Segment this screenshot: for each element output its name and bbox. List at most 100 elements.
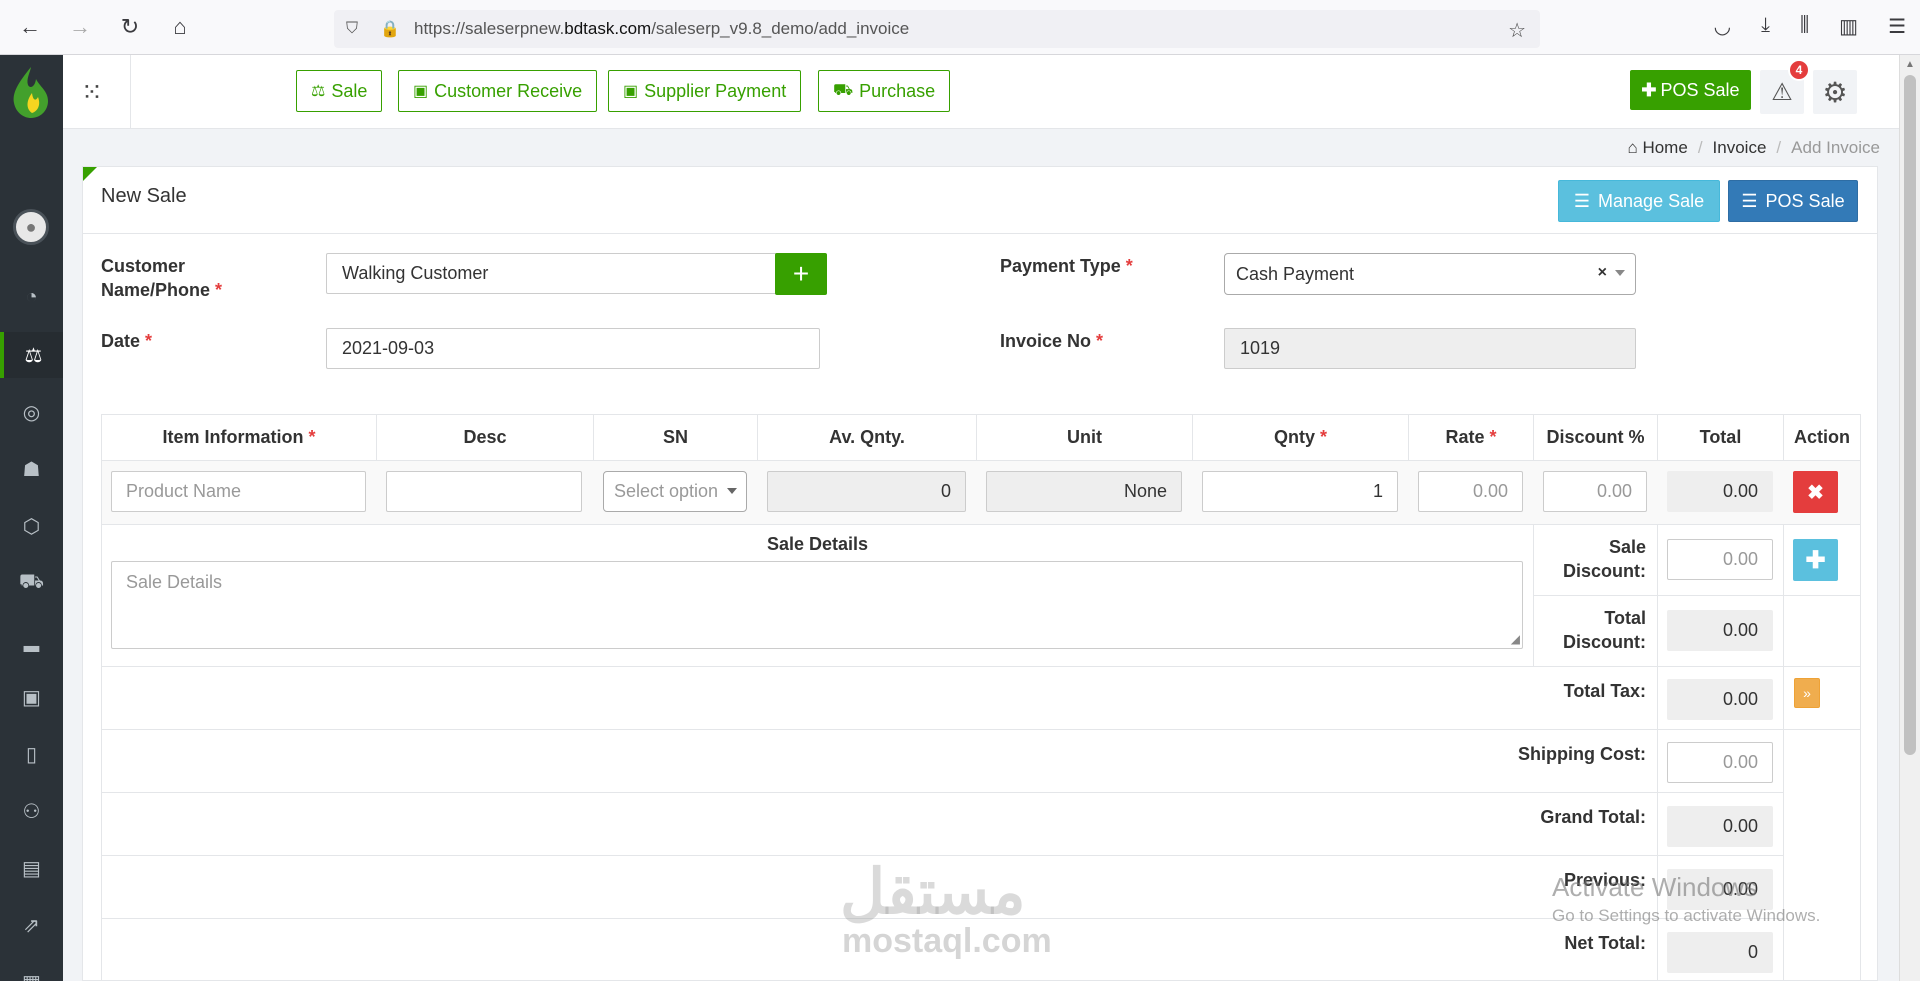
dashboard-icon[interactable]: ◔: [0, 274, 63, 320]
panel-pos-sale-label: POS Sale: [1765, 190, 1845, 211]
desc-input[interactable]: [386, 471, 582, 512]
th-discount: Discount %: [1533, 414, 1658, 461]
sale-scale-icon[interactable]: ⚖: [0, 332, 63, 378]
breadcrumb-invoice[interactable]: Invoice: [1713, 138, 1767, 158]
library-icon[interactable]: ⫼: [1800, 14, 1809, 39]
product-name-input[interactable]: Product Name: [111, 471, 366, 512]
summary-action-cell: [1783, 595, 1861, 667]
th-unit: Unit: [976, 414, 1193, 461]
quick-sale-button[interactable]: ⚖ Sale: [296, 70, 383, 112]
settings-button[interactable]: ⚙: [1813, 70, 1857, 114]
th-total: Total: [1657, 414, 1784, 461]
quick-customer-receive-button[interactable]: ▣ Customer Receive: [398, 70, 598, 112]
add-customer-button[interactable]: +: [775, 253, 827, 295]
payment-type-select[interactable]: Cash Payment ×: [1224, 253, 1636, 295]
customer-name-input[interactable]: Walking Customer: [326, 253, 820, 294]
customer-label-line1: Customer: [101, 256, 186, 276]
scroll-up-icon[interactable]: ▲: [1905, 59, 1915, 70]
breadcrumb-separator: /: [1776, 138, 1782, 157]
bar-chart-icon[interactable]: ▂: [0, 617, 63, 663]
delete-row-button[interactable]: ✖: [1793, 471, 1838, 513]
apps-grid-icon[interactable]: ▦: [0, 959, 63, 981]
page-scrollbar[interactable]: ▲: [1899, 55, 1920, 981]
app-launcher-icon[interactable]: ⁙: [81, 77, 111, 107]
required-mark: *: [1320, 427, 1328, 447]
net-total-label: Net Total:: [1564, 933, 1646, 953]
payment-type-value: Cash Payment: [1236, 263, 1355, 284]
customer-label: Customer Name/Phone *: [101, 254, 222, 302]
clear-selection-icon[interactable]: ×: [1598, 264, 1607, 282]
breadcrumb-separator: /: [1697, 138, 1703, 157]
cubes-icon[interactable]: ⬡: [0, 503, 63, 549]
quick-customer-receive-label: Customer Receive: [434, 80, 583, 101]
quick-sale-label: Sale: [331, 80, 368, 101]
tax-details-button[interactable]: »: [1794, 678, 1820, 708]
required-mark: *: [308, 427, 316, 447]
shipping-cost-input[interactable]: 0.00: [1667, 742, 1773, 783]
stats-icon[interactable]: ⇗: [0, 902, 63, 948]
resize-handle-icon[interactable]: ◢: [1511, 632, 1520, 646]
pocket-icon[interactable]: ◡: [1714, 14, 1731, 39]
scale-icon: ⚖: [311, 83, 326, 100]
page-title: New Sale: [101, 185, 187, 207]
home-icon[interactable]: ⌂: [160, 7, 200, 47]
quick-purchase-button[interactable]: ⛟ Purchase: [818, 70, 951, 112]
lock-icon: 🔒: [380, 21, 400, 38]
manage-sale-button[interactable]: ☰ Manage Sale: [1558, 180, 1720, 222]
breadcrumb-current: Add Invoice: [1791, 138, 1880, 157]
header-divider: [130, 55, 131, 129]
discount-input[interactable]: 0.00: [1543, 471, 1647, 512]
total-discount-label-line2: Discount:: [1563, 632, 1646, 652]
forward-arrow-icon[interactable]: →: [60, 7, 100, 47]
required-mark: *: [215, 280, 223, 300]
qnty-input[interactable]: 1: [1202, 471, 1398, 512]
date-label-text: Date: [101, 331, 141, 351]
net-total-field: 0: [1667, 932, 1773, 973]
url-bar[interactable]: ⛉ 🔒 https://saleserpnew. bdtask.com/sales…: [334, 10, 1540, 48]
sn-select[interactable]: Select option: [603, 471, 747, 512]
list-icon: ☰: [1573, 190, 1591, 211]
scroll-thumb[interactable]: [1904, 75, 1916, 755]
invoice-no-input[interactable]: 1019: [1224, 328, 1636, 369]
breadcrumb-home[interactable]: ⌂ Home: [1627, 138, 1687, 158]
plus-icon: ✚: [1641, 79, 1657, 100]
add-row-button[interactable]: ✚: [1793, 539, 1838, 581]
cart-icon: ⛟: [833, 82, 854, 99]
warning-triangle-icon: ⚠: [1771, 78, 1793, 106]
th-action: Action: [1783, 414, 1861, 461]
th-qnty: Qnty *: [1192, 414, 1409, 461]
close-icon: ✖: [1807, 481, 1824, 504]
briefcase-icon[interactable]: ▤: [0, 845, 63, 891]
money-icon: ▣: [623, 83, 639, 100]
pos-sale-button[interactable]: ✚ POS Sale: [1630, 70, 1751, 110]
back-arrow-icon[interactable]: ←: [10, 7, 50, 47]
bookmark-star-icon[interactable]: ☆: [1508, 18, 1526, 43]
total-discount-label: Total Discount:: [1533, 606, 1646, 654]
users-icon[interactable]: ⚇: [0, 788, 63, 834]
money-icon[interactable]: ▣: [0, 674, 63, 720]
rate-input[interactable]: 0.00: [1418, 471, 1523, 512]
row-total-field: 0.00: [1667, 471, 1773, 512]
quick-supplier-payment-button[interactable]: ▣ Supplier Payment: [608, 70, 802, 112]
date-label: Date *: [101, 329, 152, 353]
sale-discount-input[interactable]: 0.00: [1667, 539, 1773, 580]
product-bag-icon[interactable]: ☗: [0, 446, 63, 492]
payment-type-label: Payment Type *: [1000, 254, 1133, 278]
customer-icon[interactable]: ◎: [0, 389, 63, 435]
download-icon[interactable]: ⤓: [1761, 14, 1770, 39]
panel-pos-sale-button[interactable]: ☰ POS Sale: [1728, 180, 1858, 222]
manage-sale-label: Manage Sale: [1598, 190, 1705, 211]
cart-icon[interactable]: ⛟: [0, 560, 63, 606]
sidebar-toggle-icon[interactable]: ▥: [1839, 14, 1858, 39]
sale-details-textarea[interactable]: Sale Details ◢: [111, 561, 1523, 649]
quick-purchase-label: Purchase: [859, 80, 936, 101]
av-qnty-field: 0: [767, 471, 966, 512]
menu-icon[interactable]: ☰: [1888, 14, 1906, 39]
total-tax-label: Total Tax:: [1563, 681, 1646, 701]
user-avatar[interactable]: ●: [13, 209, 49, 245]
reload-icon[interactable]: ↻: [110, 7, 150, 47]
book-icon[interactable]: ▯: [0, 731, 63, 777]
sale-discount-label: Sale Discount:: [1533, 535, 1646, 583]
unit-field: None: [986, 471, 1182, 512]
date-input[interactable]: 2021-09-03: [326, 328, 820, 369]
